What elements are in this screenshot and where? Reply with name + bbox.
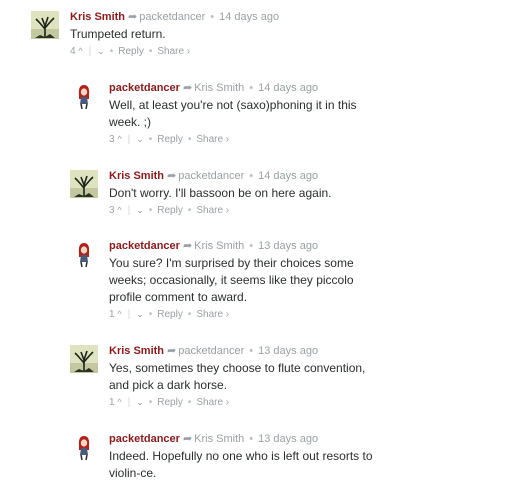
comment-header: packetdancer ➦ Kris Smith • 13 days ago [109,238,371,254]
parent-author-link[interactable]: packetdancer [178,345,244,357]
bullet: • [109,46,114,57]
bullet: • [148,46,153,57]
bullet: • [187,309,192,320]
author-link[interactable]: packetdancer [109,240,180,252]
downvote-icon[interactable]: ⌄ [136,132,144,146]
vote-separator: | [127,134,131,145]
comment-footer: 1 ^ | ⌄ • Reply • Share › [109,307,371,321]
bullet: • [187,205,192,216]
redhead-avatar[interactable] [70,82,98,110]
parent-author-link[interactable]: packetdancer [139,11,205,23]
vote-count: 3 [109,134,115,145]
tree-avatar[interactable] [70,345,98,373]
bullet: • [187,397,192,408]
author-link[interactable]: packetdancer [109,82,180,94]
author-link[interactable]: packetdancer [109,433,180,445]
comment-header: Kris Smith ➦ packetdancer • 13 days ago [109,343,374,359]
comment-header: packetdancer ➦ Kris Smith • 13 days ago [109,431,379,447]
bullet: • [249,433,254,445]
bullet: • [187,134,192,145]
comment-footer: 3 ^ | ⌄ • Reply • Share › [109,132,364,146]
reply-arrow-icon: ➦ [128,11,138,23]
vote-separator: | [88,46,92,57]
timestamp-link[interactable]: 13 days ago [258,345,318,357]
bullet: • [148,134,153,145]
comment-thread: Kris Smith ➦ packetdancer • 14 days ago Trum… [0,0,508,480]
tree-avatar[interactable] [70,170,98,198]
reply-link[interactable]: Reply [157,134,183,145]
bullet: • [249,240,254,252]
vote-count: 1 [109,309,115,320]
comment-header: Kris Smith ➦ packetdancer • 14 days ago [70,9,490,25]
comment-header: Kris Smith ➦ packetdancer • 14 days ago [109,168,429,184]
reply-link[interactable]: Reply [157,205,183,216]
parent-author-link[interactable]: Kris Smith [194,240,244,252]
timestamp-link[interactable]: 14 days ago [258,82,318,94]
reply-link[interactable]: Reply [157,397,183,408]
author-link[interactable]: Kris Smith [70,11,125,23]
downvote-icon[interactable]: ⌄ [136,203,144,217]
upvote-icon[interactable]: ^ [117,395,121,409]
author-link[interactable]: Kris Smith [109,170,164,182]
vote-separator: | [127,397,131,408]
comment-message: Indeed. Hopefully no one who is left out… [109,449,373,480]
author-link[interactable]: Kris Smith [109,345,164,357]
comment-message: You sure? I'm surprised by their choices… [109,256,354,304]
reply-arrow-icon: ➦ [167,345,177,357]
timestamp-link[interactable]: 13 days ago [258,433,318,445]
comment-footer: 4 ^ | ⌄ • Reply • Share › [70,44,490,58]
parent-author-link[interactable]: Kris Smith [194,433,244,445]
share-link[interactable]: Share › [196,309,229,320]
parent-author-link[interactable]: packetdancer [178,170,244,182]
vote-separator: | [127,205,131,216]
vote-count: 3 [109,205,115,216]
comment-footer: 1 ^ | ⌄ • Reply • Share › [109,395,374,409]
reply-arrow-icon: ➦ [182,240,193,252]
downvote-icon[interactable]: ⌄ [136,307,144,321]
bullet: • [148,309,153,320]
share-link[interactable]: Share › [196,134,229,145]
reply-arrow-icon: ➦ [182,82,193,94]
vote-count: 4 [70,46,76,57]
bullet: • [249,345,254,357]
tree-avatar[interactable] [31,11,59,39]
comment-footer: 3 ^ | ⌄ • Reply • Share › [109,203,429,217]
redhead-avatar[interactable] [70,240,98,268]
timestamp-link[interactable]: 13 days ago [258,240,318,252]
bullet: • [249,82,254,94]
vote-separator: | [127,309,131,320]
reply-arrow-icon: ➦ [167,170,177,182]
comment-message: Trumpeted return. [70,27,166,41]
share-link[interactable]: Share › [196,397,229,408]
downvote-icon[interactable]: ⌄ [97,44,105,58]
upvote-icon[interactable]: ^ [78,44,82,58]
reply-arrow-icon: ➦ [182,433,193,445]
downvote-icon[interactable]: ⌄ [136,395,144,409]
bullet: • [148,205,153,216]
vote-count: 1 [109,397,115,408]
bullet: • [210,11,215,23]
timestamp-link[interactable]: 14 days ago [258,170,318,182]
comment-message: Yes, sometimes they choose to flute conv… [109,361,366,392]
reply-link[interactable]: Reply [118,46,144,57]
redhead-avatar[interactable] [70,433,98,461]
upvote-icon[interactable]: ^ [117,307,121,321]
comment-message: Don't worry. I'll bassoon be on here aga… [109,186,332,200]
bullet: • [249,170,254,182]
upvote-icon[interactable]: ^ [117,132,121,146]
reply-link[interactable]: Reply [157,309,183,320]
parent-author-link[interactable]: Kris Smith [194,82,244,94]
comment-message: Well, at least you're not (saxo)phoning … [109,98,357,129]
share-link[interactable]: Share › [196,205,229,216]
comment-header: packetdancer ➦ Kris Smith • 14 days ago [109,80,364,96]
bullet: • [148,397,153,408]
timestamp-link[interactable]: 14 days ago [219,11,279,23]
share-link[interactable]: Share › [157,46,190,57]
upvote-icon[interactable]: ^ [117,203,121,217]
